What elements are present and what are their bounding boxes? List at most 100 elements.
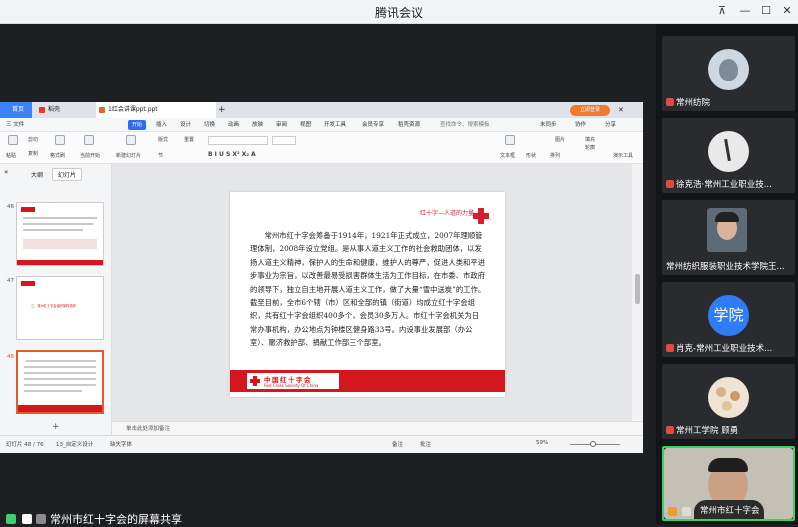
sync-status[interactable]: 未同步 (540, 120, 557, 128)
new-slide-icon[interactable] (126, 135, 136, 145)
wps-close-icon[interactable]: ✕ (618, 102, 624, 118)
participant-tile-active-speaker[interactable]: 常州市红十字会 (662, 446, 795, 521)
add-slide-icon[interactable]: + (52, 422, 60, 432)
participant-name: 常州纺织服装职业技术学院王... (666, 262, 785, 272)
tab-home[interactable]: 首页 (0, 102, 32, 118)
thumb-number: 48 (7, 354, 14, 360)
wps-ribbon: 粘贴 剪切 复制 格式刷 当前开始 新建幻灯片 版式 节 重置 B I U S … (0, 132, 643, 164)
search-command-input[interactable]: 查找命令、搜索模板 (440, 120, 490, 128)
menu-vip[interactable]: 会员专享 (362, 120, 384, 128)
participant-tile[interactable]: 学院 肖克-常州工业职业技术... (662, 282, 795, 357)
new-slide-button[interactable]: 新建幻灯片 (116, 152, 141, 159)
menu-transition[interactable]: 切换 (204, 120, 215, 128)
reset-button[interactable]: 重置 (184, 136, 194, 143)
participant-name: 徐克浩·常州工业职业技... (666, 178, 772, 190)
host-icon (668, 507, 677, 516)
format-painter-icon[interactable] (55, 135, 65, 145)
vertical-scrollbar[interactable] (632, 164, 643, 421)
outline-button[interactable]: 轮廓 (585, 144, 595, 151)
maximize-icon[interactable]: ☐ (758, 3, 774, 19)
section-button[interactable]: 节 (158, 152, 163, 159)
layout-button[interactable]: 版式 (158, 136, 168, 143)
avatar (708, 377, 749, 418)
menu-devtools[interactable]: 开发工具 (324, 120, 346, 128)
participant-tile[interactable]: 常州纺织服装职业技术学院王... (662, 200, 795, 275)
collapse-panel-icon[interactable]: « (4, 168, 8, 176)
bold-icon[interactable]: B I U S X² X₂ A (208, 151, 256, 158)
participant-tile[interactable]: 常州工学院 顾勇 (662, 364, 795, 439)
slide-thumbnail[interactable]: 三、常州红十字会组织架构说明 (16, 276, 104, 340)
menu-start[interactable]: 开始 (128, 120, 146, 130)
slide-slogan: 红十字—人道的力量 (420, 210, 475, 217)
muted-mic-icon (666, 180, 674, 188)
logo-name-en: Red Cross Society Of China (264, 383, 319, 388)
slide-body-text[interactable]: 常州市红十字会筹备于1914年，1921年正式成立，2007年理顺管理体制，20… (250, 229, 486, 350)
menu-view[interactable]: 视图 (300, 120, 311, 128)
participant-tile[interactable]: 常州纺院 (662, 36, 795, 111)
comments-toggle[interactable]: 批注 (420, 440, 431, 448)
collaborate-button[interactable]: 协作 (575, 120, 586, 128)
share-button[interactable]: 分享 (605, 120, 616, 128)
thumb-number: 46 (7, 204, 14, 210)
picture-button[interactable]: 图片 (555, 136, 565, 143)
zoom-level[interactable]: 59% (536, 440, 548, 446)
play-from-current-button[interactable]: 当前开始 (80, 152, 100, 159)
paste-button[interactable]: 粘贴 (6, 152, 16, 159)
video-feed (707, 208, 747, 252)
participant-tile[interactable]: 徐克浩·常州工业职业技... (662, 118, 795, 193)
menu-insert[interactable]: 插入 (156, 120, 167, 128)
window-title: 腾讯会议 (374, 6, 423, 20)
font-size-select[interactable] (272, 136, 296, 145)
login-button[interactable]: 立即登录 (570, 105, 610, 116)
screen-icon (22, 514, 32, 524)
copy-button[interactable]: 复制 (28, 150, 38, 157)
cut-button[interactable]: 剪切 (28, 136, 38, 143)
current-slide[interactable]: 红十字—人道的力量 常州市红十字会筹备于1914年，1921年正式成立，2007… (230, 192, 505, 397)
menu-review[interactable]: 审阅 (276, 120, 287, 128)
textbox-icon[interactable] (505, 135, 515, 145)
window-titlebar: 腾讯会议 ⊼ — ☐ ✕ (0, 0, 798, 24)
format-painter-button[interactable]: 格式刷 (50, 152, 65, 159)
minimize-icon[interactable]: — (737, 3, 753, 19)
slide-editor: 红十字—人道的力量 常州市红十字会筹备于1914年，1921年正式成立，2007… (112, 164, 632, 421)
paste-icon[interactable] (8, 135, 18, 145)
tab-document[interactable]: 1红会讲课ppt.ppt (96, 102, 216, 118)
pin-icon[interactable]: ⊼ (714, 3, 730, 19)
slide-thumbnail-panel: « 大纲 幻灯片 46 47 三、常州红十字会组织架构说明 48 + (0, 164, 112, 453)
new-tab-icon[interactable]: + (218, 102, 230, 118)
menu-slideshow[interactable]: 放映 (252, 120, 263, 128)
menu-design[interactable]: 设计 (180, 120, 191, 128)
notes-field[interactable]: 单击此处添加备注 (112, 421, 643, 435)
share-title: 常州市红十字会的屏幕共享 (50, 513, 182, 526)
thumb-text: 三、常州红十字会组织架构说明 (31, 304, 76, 308)
slide-thumbnail[interactable] (16, 202, 104, 266)
play-from-current-icon[interactable] (84, 135, 94, 145)
avatar (708, 49, 749, 90)
shapes-button[interactable]: 形状 (526, 152, 536, 159)
missing-font-button[interactable]: 缺失字体 (110, 440, 132, 448)
thumb-number: 47 (7, 278, 14, 284)
wps-tabbar: 首页 稻壳 1红会讲课ppt.ppt + 立即登录 ✕ (0, 102, 643, 118)
zoom-slider-knob[interactable] (590, 441, 596, 447)
tab-slides[interactable]: 幻灯片 (51, 168, 82, 181)
tab-outline[interactable]: 大纲 (26, 169, 48, 180)
slide-thumbnail-selected[interactable] (16, 350, 104, 414)
notes-toggle[interactable]: 备注 (392, 440, 403, 448)
participant-name: 常州市红十字会 (700, 506, 760, 516)
muted-mic-icon (666, 344, 674, 352)
textbox-button[interactable]: 文本框 (500, 152, 515, 159)
font-family-select[interactable] (208, 136, 268, 145)
slide-counter: 幻灯片 48 / 76 (6, 442, 44, 448)
logo-cross-icon (250, 376, 260, 386)
present-tools-button[interactable]: 演示工具 (613, 152, 633, 159)
tab-docer[interactable]: 稻壳 (36, 102, 92, 118)
close-icon[interactable]: ✕ (779, 3, 795, 19)
menu-file[interactable]: 三 文件 (6, 120, 24, 128)
share-status-icon (6, 514, 16, 524)
menu-docer-resources[interactable]: 稻壳资源 (398, 120, 420, 128)
fill-button[interactable]: 填充 (585, 136, 595, 143)
arrange-button[interactable]: 排列 (550, 152, 560, 159)
menu-animation[interactable]: 动画 (228, 120, 239, 128)
mic-icon (36, 514, 46, 524)
red-cross-icon (473, 208, 489, 224)
